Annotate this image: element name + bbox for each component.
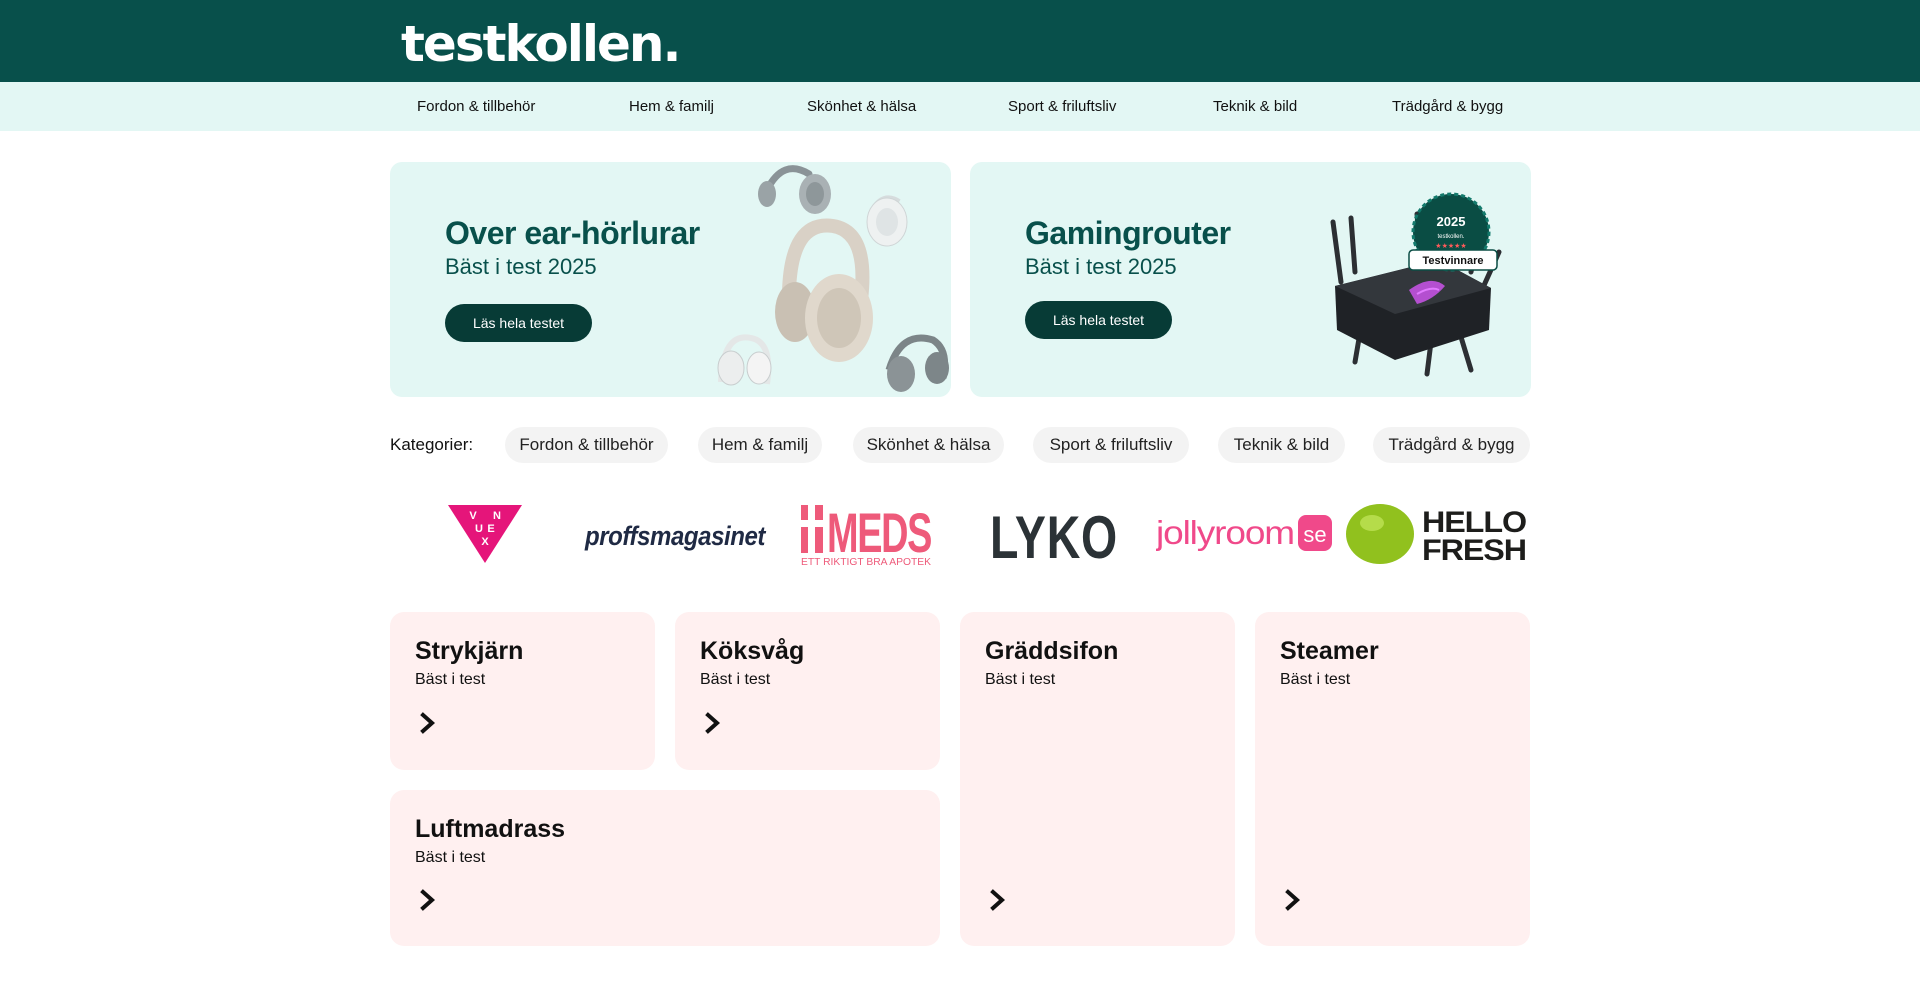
category-nav: Fordon & tillbehör Hem & familj Skönhet … xyxy=(0,82,1920,131)
badge-brand: testkollen. xyxy=(1437,234,1464,240)
svg-text:se: se xyxy=(1303,522,1326,547)
badge-label: Testvinnare xyxy=(1423,255,1484,267)
router-image: 2025 testkollen. ★★★★★ Testvinnare xyxy=(1330,192,1502,377)
svg-text:LYKO: LYKO xyxy=(990,508,1118,562)
category-pill-tradgard[interactable]: Trädgård & bygg xyxy=(1373,427,1530,463)
category-pill-skonhet[interactable]: Skönhet & hälsa xyxy=(853,427,1004,463)
category-pill-sport[interactable]: Sport & friluftsliv xyxy=(1033,427,1189,463)
hero-banner-router[interactable]: Gamingrouter Bäst i test 2025 Läs hela t… xyxy=(970,162,1531,397)
headphones-image xyxy=(717,165,949,392)
svg-text:FRESH: FRESH xyxy=(1422,534,1526,567)
nav-item-skonhet[interactable]: Skönhet & hälsa xyxy=(807,97,916,116)
venue-logo[interactable]: V N U E X xyxy=(446,503,526,565)
categories-label: Kategorier: xyxy=(390,435,474,454)
svg-text:V: V xyxy=(469,510,477,522)
chevron-right-icon[interactable] xyxy=(705,712,721,734)
hero-banner-headphones[interactable]: Over ear-hörlurar Bäst i test 2025 Läs h… xyxy=(390,162,951,397)
product-card-koksvag[interactable]: Köksvåg Bäst i test xyxy=(675,612,940,770)
site-logo[interactable]: testkollen. xyxy=(401,14,682,74)
nav-item-sport[interactable]: Sport & friluftsliv xyxy=(1008,97,1116,116)
svg-text:U: U xyxy=(475,523,483,535)
card-title: Steamer xyxy=(1280,637,1379,665)
card-title: Köksvåg xyxy=(700,637,805,665)
svg-text:MEDS: MEDS xyxy=(827,501,931,564)
svg-text:E: E xyxy=(487,523,494,535)
chevron-right-icon[interactable] xyxy=(420,889,436,911)
nav-item-teknik[interactable]: Teknik & bild xyxy=(1213,97,1297,116)
testwinner-badge: 2025 testkollen. ★★★★★ Testvinnare xyxy=(1408,192,1498,272)
nav-item-fordon[interactable]: Fordon & tillbehör xyxy=(417,97,535,116)
card-title: Luftmadrass xyxy=(415,815,566,843)
hellofresh-logo[interactable]: HELLO FRESH xyxy=(1344,503,1528,567)
card-subtitle: Bäst i test xyxy=(1280,671,1351,688)
hero-subtitle: Bäst i test 2025 xyxy=(445,254,597,279)
svg-text:ETT RIKTIGT BRA APOTEK: ETT RIKTIGT BRA APOTEK xyxy=(801,557,931,567)
svg-text:N: N xyxy=(493,510,501,522)
card-subtitle: Bäst i test xyxy=(415,671,486,688)
chevron-right-icon[interactable] xyxy=(990,889,1006,911)
product-card-strykjarn[interactable]: Strykjärn Bäst i test xyxy=(390,612,655,770)
product-card-luftmadrass[interactable]: Luftmadrass Bäst i test xyxy=(390,790,940,946)
chevron-right-icon[interactable] xyxy=(420,712,436,734)
hero-subtitle: Bäst i test 2025 xyxy=(1025,254,1177,279)
hero-title: Over ear-hörlurar xyxy=(445,215,700,251)
card-title: Gräddsifon xyxy=(985,637,1119,665)
card-subtitle: Bäst i test xyxy=(700,671,771,688)
svg-text:proffsmagasinet: proffsmagasinet xyxy=(584,521,766,551)
category-pill-teknik[interactable]: Teknik & bild xyxy=(1218,427,1345,463)
nav-item-tradgard[interactable]: Trädgård & bygg xyxy=(1392,97,1503,116)
svg-text:X: X xyxy=(481,536,489,548)
meds-logo[interactable]: MEDS ETT RIKTIGT BRA APOTEK xyxy=(799,501,933,567)
product-card-graddsifon[interactable]: Gräddsifon Bäst i test xyxy=(960,612,1235,946)
card-subtitle: Bäst i test xyxy=(415,849,486,866)
jollyroom-logo[interactable]: jollyroom se xyxy=(1156,511,1334,557)
hero-title: Gamingrouter xyxy=(1025,215,1231,251)
card-title: Strykjärn xyxy=(415,637,524,665)
site-header: testkollen. xyxy=(0,0,1920,82)
lyko-logo[interactable]: LYKO xyxy=(989,508,1121,562)
svg-text:jollyroom: jollyroom xyxy=(1156,514,1294,551)
category-pill-hem[interactable]: Hem & familj xyxy=(698,427,822,463)
card-subtitle: Bäst i test xyxy=(985,671,1056,688)
nav-item-hem[interactable]: Hem & familj xyxy=(629,97,714,116)
product-card-steamer[interactable]: Steamer Bäst i test xyxy=(1255,612,1530,946)
category-pill-fordon[interactable]: Fordon & tillbehör xyxy=(505,427,668,463)
chevron-right-icon[interactable] xyxy=(1285,889,1301,911)
read-test-button[interactable]: Läs hela testet xyxy=(1025,301,1172,339)
read-test-button[interactable]: Läs hela testet xyxy=(445,304,592,342)
svg-text:★★★★★: ★★★★★ xyxy=(1435,242,1466,250)
proffsmagasinet-logo[interactable]: proffsmagasinet xyxy=(583,515,767,555)
badge-year: 2025 xyxy=(1437,214,1466,229)
